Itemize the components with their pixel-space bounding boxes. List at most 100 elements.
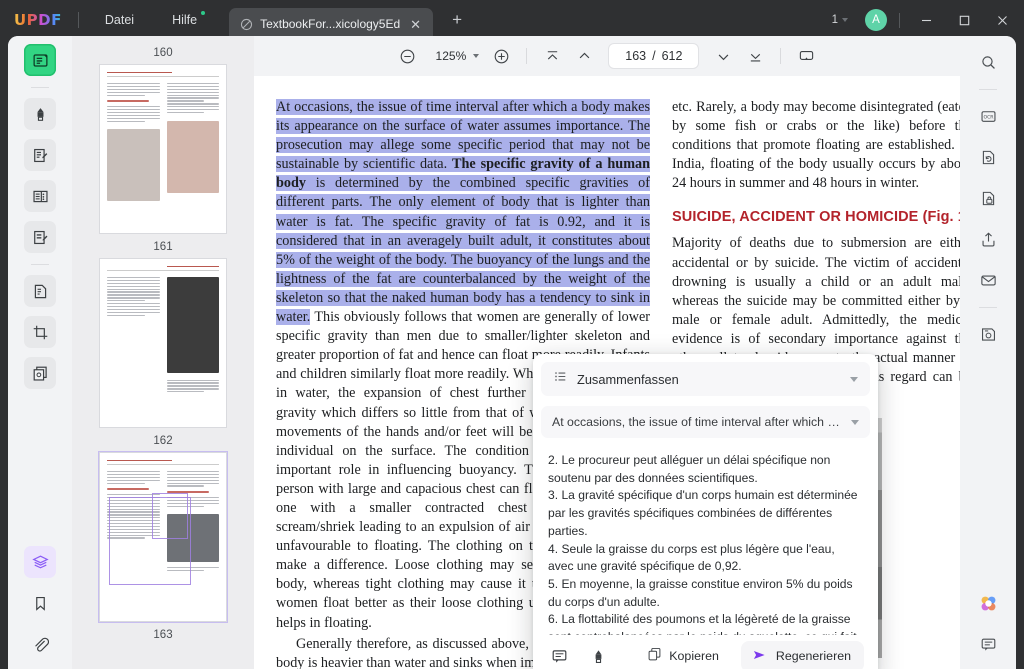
sidebar-item-edit-pdf-tool[interactable] (24, 139, 56, 171)
window-controls-divider (899, 12, 900, 28)
ai-result-line: 4. Seule la graisse du corps est plus lé… (548, 541, 835, 574)
menu-datei-label: Datei (104, 13, 135, 27)
regenerate-button[interactable]: Regenerieren (740, 640, 864, 669)
zoom-level-label: 125% (435, 49, 467, 63)
toolbar-divider (526, 48, 528, 64)
previous-page-icon[interactable] (570, 42, 598, 70)
thumbnail-item[interactable]: 162 (72, 258, 254, 452)
zoom-in-icon[interactable] (487, 42, 515, 70)
chevron-down-icon[interactable] (851, 419, 859, 425)
regenerate-play-icon (751, 647, 767, 666)
document-canvas[interactable]: At occasions, the issue of time interval… (254, 76, 960, 669)
sidebar-item-bookmarks-panel[interactable] (24, 587, 56, 619)
search-icon[interactable] (972, 46, 1004, 78)
chevron-down-icon[interactable] (850, 376, 858, 382)
ai-result-line: 2. Le procureur peut alléguer un délai s… (548, 453, 831, 485)
next-page-icon[interactable] (709, 42, 737, 70)
thumbnail-panel[interactable]: 160 161 162 163 (72, 36, 254, 669)
copy-label: Kopieren (669, 649, 719, 663)
menu-datei[interactable]: Datei (95, 7, 144, 33)
ocr-icon[interactable]: OCR (972, 100, 1004, 132)
highlighter-icon[interactable] (586, 643, 611, 669)
sidebar-item-annotate-tool[interactable] (24, 98, 56, 130)
copy-button[interactable]: Kopieren (639, 642, 727, 669)
first-page-icon[interactable] (538, 42, 566, 70)
rail-divider-2 (31, 264, 49, 265)
protect-icon[interactable] (972, 182, 1004, 214)
chevron-down-icon (842, 18, 848, 22)
sidebar-item-form-tool[interactable] (24, 221, 56, 253)
notification-dot-icon (201, 11, 206, 15)
thumbnail-item[interactable]: 161 (72, 64, 254, 258)
thumbnail-number: 162 (153, 435, 173, 447)
convert-icon[interactable] (972, 141, 1004, 173)
thumbnail-page-preview[interactable] (99, 258, 227, 428)
thumbnail-selection-outline-2 (152, 493, 188, 539)
toolbar-divider-2 (780, 48, 782, 64)
viewer-toolbar: 125% 163 / 612 (254, 36, 960, 76)
zoom-level-selector[interactable]: 125% (426, 45, 484, 67)
add-comment-icon[interactable] (547, 643, 572, 669)
ai-assistant-popup[interactable]: Zusammenfassen At occasions, the issue o… (533, 354, 878, 669)
ai-result-line: 3. La gravité spécifique d'un corps huma… (548, 488, 858, 538)
thumb-header (107, 460, 219, 465)
comments-icon[interactable] (972, 628, 1004, 660)
title-bar: UPDF Datei Hilfe TextbookFor...xicology5… (0, 0, 1024, 40)
sidebar-item-page-edit-tool[interactable] (24, 275, 56, 307)
close-button[interactable] (984, 0, 1020, 40)
thumbnail-item-current[interactable]: 163 (72, 451, 254, 646)
thumbnail-item[interactable]: 160 (72, 40, 254, 64)
section-heading: SUICIDE, ACCIDENT OR HOMICIDE (Fig. 12.3… (672, 209, 960, 226)
right-tool-rail: OCR (960, 36, 1016, 669)
sidebar-item-attachments-panel[interactable] (24, 628, 56, 660)
sidebar-item-crop-tool[interactable] (24, 316, 56, 348)
regenerate-label: Regenerieren (775, 649, 851, 663)
left-tool-rail (8, 36, 72, 669)
page-number-input[interactable]: 163 / 612 (608, 43, 700, 69)
sidebar-item-reader-tool[interactable] (24, 44, 56, 76)
menu-hilfe[interactable]: Hilfe (162, 7, 207, 33)
tab-close-button[interactable]: ✕ (407, 16, 424, 33)
ai-mode-label: Zusammenfassen (577, 371, 679, 387)
titlebar-right-group: 1 A (825, 0, 1024, 40)
new-tab-button[interactable]: + (446, 8, 468, 32)
selection-part-2: is determined by the combined specific g… (276, 175, 650, 326)
sidebar-item-organize-pages-tool[interactable] (24, 180, 56, 212)
account-count-label: 1 (831, 14, 838, 26)
chevron-down-icon (473, 54, 480, 58)
right-rail-divider-2 (979, 307, 997, 308)
app-shell: 160 161 162 163 125% 163 / 612 At occasi… (8, 36, 1016, 669)
document-disabled-icon (240, 18, 253, 31)
avatar[interactable]: A (865, 9, 887, 31)
titlebar-divider (77, 12, 79, 28)
menu-hilfe-label: Hilfe (172, 13, 198, 27)
ai-source-text-selector[interactable]: At occasions, the issue of time interval… (541, 406, 870, 438)
page-separator: / (652, 49, 656, 63)
thumbnail-page-preview[interactable] (99, 64, 227, 234)
zoom-out-icon[interactable] (394, 42, 422, 70)
updf-application-window: UPDF Datei Hilfe TextbookFor...xicology5… (0, 0, 1024, 669)
last-page-icon[interactable] (741, 42, 769, 70)
ai-mode-selector[interactable]: Zusammenfassen (541, 362, 870, 396)
thumb-header (107, 266, 219, 271)
account-switcher[interactable]: 1 (825, 9, 855, 31)
rail-divider (31, 87, 49, 88)
sidebar-item-batch-tool[interactable] (24, 357, 56, 389)
ai-popup-footer: Kopieren Regenerieren (533, 635, 878, 669)
save-icon[interactable] (972, 318, 1004, 350)
presentation-mode-icon[interactable] (792, 42, 820, 70)
ai-result-body[interactable]: 2. Le procureur peut alléguer un délai s… (533, 438, 878, 635)
thumbnail-number-current: 163 (153, 629, 173, 641)
paragraph-floating[interactable]: etc. Rarely, a body may become disintegr… (672, 98, 960, 193)
sidebar-item-thumbnails-panel[interactable] (24, 546, 56, 578)
share-icon[interactable] (972, 223, 1004, 255)
ai-assistant-icon[interactable] (972, 587, 1004, 619)
email-icon[interactable] (972, 264, 1004, 296)
minimize-button[interactable] (908, 0, 944, 40)
maximize-button[interactable] (946, 0, 982, 40)
thumbnail-number: 161 (153, 241, 173, 253)
total-pages-value: 612 (661, 49, 683, 63)
document-tab-title: TextbookFor...xicology5Ed (260, 17, 401, 31)
copy-icon (647, 647, 662, 665)
thumbnail-page-preview[interactable] (98, 451, 228, 623)
